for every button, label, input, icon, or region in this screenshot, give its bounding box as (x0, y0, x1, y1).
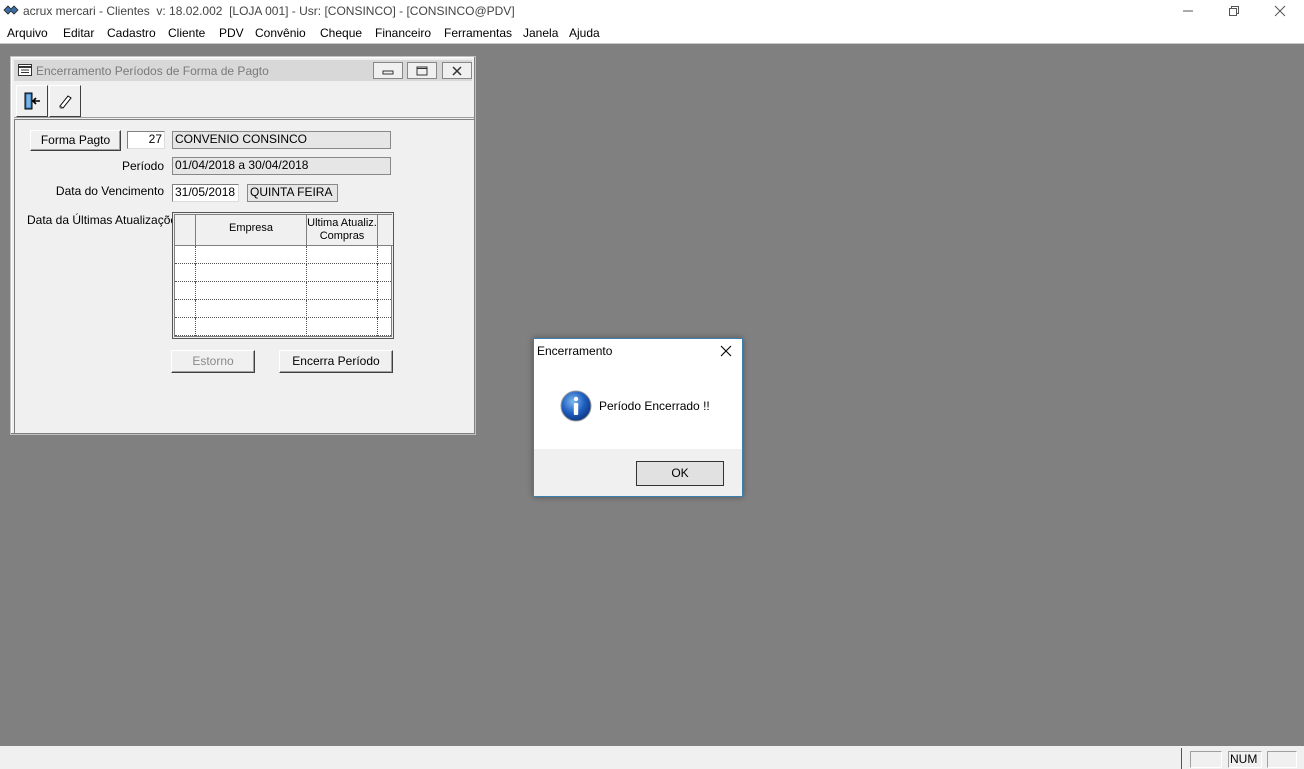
table-row[interactable] (175, 282, 391, 300)
close-icon (1274, 5, 1286, 17)
maximize-icon (416, 66, 428, 75)
dialog-title: Encerramento (537, 344, 613, 358)
app-title: acrux mercari - Clientes v: 18.02.002 [L… (23, 4, 515, 18)
child-close-button[interactable] (442, 62, 472, 79)
grid-header-empresa[interactable]: Empresa (196, 215, 307, 246)
message-dialog: Encerramento Período Encerrado !! OK (533, 338, 743, 497)
menu-ferramentas[interactable]: Ferramentas (444, 26, 512, 40)
table-row[interactable] (175, 318, 391, 336)
status-bar: NUM (0, 746, 1304, 769)
encerra-periodo-button[interactable]: Encerra Período (279, 350, 393, 373)
ok-button[interactable]: OK (636, 461, 724, 486)
restore-icon (1229, 6, 1239, 16)
vencimento-day-field: QUINTA FEIRA (247, 184, 338, 202)
menu-cadastro[interactable]: Cadastro (107, 26, 156, 40)
close-button[interactable] (1257, 0, 1303, 22)
grid-header-extra (378, 215, 393, 246)
menu-cliente[interactable]: Cliente (168, 26, 205, 40)
menu-convenio[interactable]: Convênio (255, 26, 306, 40)
clear-button[interactable] (49, 85, 81, 117)
child-title: Encerramento Períodos de Forma de Pagto (36, 64, 269, 78)
encerramento-window: Encerramento Períodos de Forma de Pagto (10, 56, 476, 435)
form-icon (18, 64, 32, 76)
ultimas-atualizacoes-label: Data da Últimas Atualizações (27, 213, 184, 227)
minimize-button[interactable] (1165, 0, 1211, 22)
grid-body[interactable]: Empresa Ultima Atualiz. Compras (174, 214, 393, 337)
vencimento-date-field[interactable]: 31/05/2018 (172, 184, 239, 202)
dialog-message: Período Encerrado !! (599, 399, 710, 413)
minimize-icon (1183, 10, 1193, 12)
menu-arquivo[interactable]: Arquivo (7, 26, 48, 40)
child-minimize-button[interactable] (373, 62, 403, 79)
forma-pagto-button-label: Forma Pagto (40, 133, 111, 147)
child-maximize-button[interactable] (407, 62, 437, 79)
table-row[interactable] (175, 246, 391, 264)
child-titlebar[interactable]: Encerramento Períodos de Forma de Pagto (14, 60, 472, 81)
table-row[interactable] (175, 300, 391, 318)
close-icon (452, 65, 462, 76)
info-icon (560, 390, 592, 422)
menu-janela[interactable]: Janela (523, 26, 558, 40)
dialog-close-icon[interactable] (718, 343, 734, 359)
table-row[interactable] (175, 264, 391, 282)
menu-financeiro[interactable]: Financeiro (375, 26, 431, 40)
menu-editar[interactable]: Editar (63, 26, 94, 40)
exit-door-icon (24, 92, 40, 110)
status-panel-empty (1190, 751, 1222, 768)
status-num: NUM (1228, 751, 1262, 768)
form-panel: Forma Pagto 27 CONVENIO CONSINCO Período… (14, 119, 474, 433)
atualizacoes-grid: Empresa Ultima Atualiz. Compras (172, 212, 394, 339)
forma-pagto-code-field[interactable]: 27 (127, 131, 165, 149)
app-logo-icon (3, 5, 19, 15)
grid-header-ultima-line2: Compras (319, 230, 365, 242)
status-panel-empty-2 (1267, 751, 1297, 768)
periodo-label: Período (121, 159, 164, 173)
restore-button[interactable] (1211, 0, 1257, 22)
menu-pdv[interactable]: PDV (219, 26, 244, 40)
grid-header-ultima[interactable]: Ultima Atualiz. Compras (307, 215, 378, 246)
status-separator (1181, 748, 1182, 769)
forma-pagto-button[interactable]: Forma Pagto (30, 130, 121, 151)
menu-cheque[interactable]: Cheque (320, 26, 362, 40)
grid-header-ultima-line1: Ultima Atualiz. (307, 217, 377, 229)
periodo-field: 01/04/2018 a 30/04/2018 (172, 157, 391, 175)
grid-header-indicator (175, 215, 196, 246)
dialog-footer: OK (534, 449, 742, 496)
forma-pagto-name-field: CONVENIO CONSINCO (172, 131, 391, 149)
eraser-icon (59, 95, 72, 109)
estorno-button[interactable]: Estorno (171, 350, 255, 373)
menu-ajuda[interactable]: Ajuda (569, 26, 600, 40)
app-titlebar: acrux mercari - Clientes v: 18.02.002 [L… (0, 0, 1304, 22)
vencimento-label: Data do Vencimento (55, 184, 164, 198)
exit-button[interactable] (16, 85, 48, 117)
toolbar (14, 83, 474, 119)
menu-bar: Arquivo Editar Cadastro Cliente PDV Conv… (0, 22, 1304, 43)
minimize-icon (382, 70, 394, 74)
